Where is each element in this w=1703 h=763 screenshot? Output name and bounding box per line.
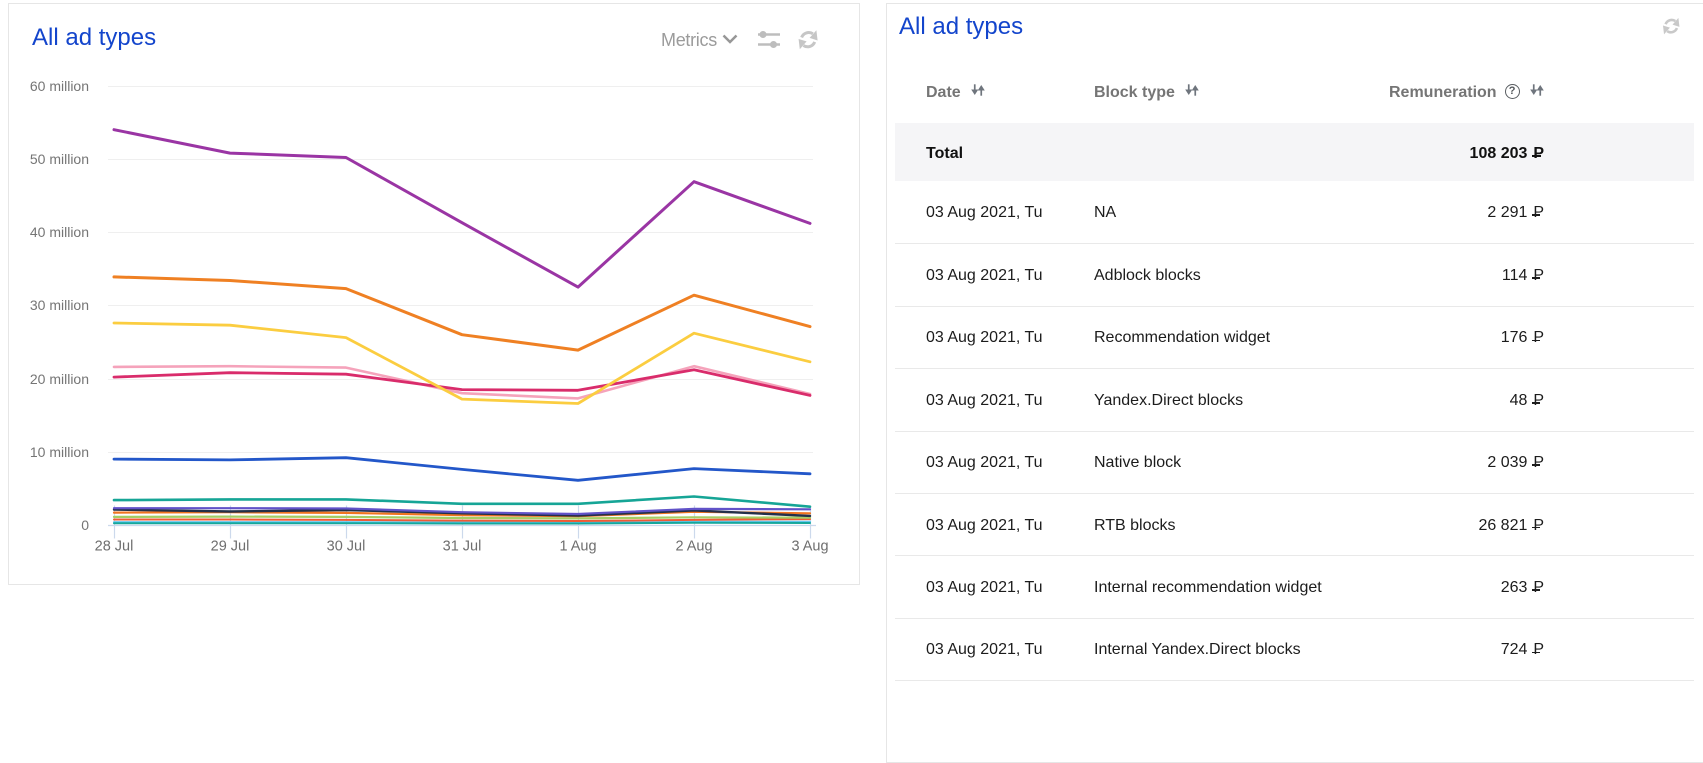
svg-text:30 million: 30 million [30, 297, 89, 313]
svg-text:0: 0 [81, 517, 89, 533]
svg-text:40 million: 40 million [30, 224, 89, 240]
svg-text:3 Aug: 3 Aug [791, 539, 828, 555]
svg-text:30 Jul: 30 Jul [327, 539, 366, 555]
svg-text:1 Aug: 1 Aug [559, 539, 596, 555]
svg-text:20 million: 20 million [30, 371, 89, 387]
svg-text:50 million: 50 million [30, 151, 89, 167]
svg-text:10 million: 10 million [30, 444, 89, 460]
svg-text:2 Aug: 2 Aug [675, 539, 712, 555]
svg-text:28 Jul: 28 Jul [95, 539, 134, 555]
svg-text:60 million: 60 million [30, 78, 89, 94]
svg-text:31 Jul: 31 Jul [443, 539, 482, 555]
svg-text:29 Jul: 29 Jul [211, 539, 250, 555]
